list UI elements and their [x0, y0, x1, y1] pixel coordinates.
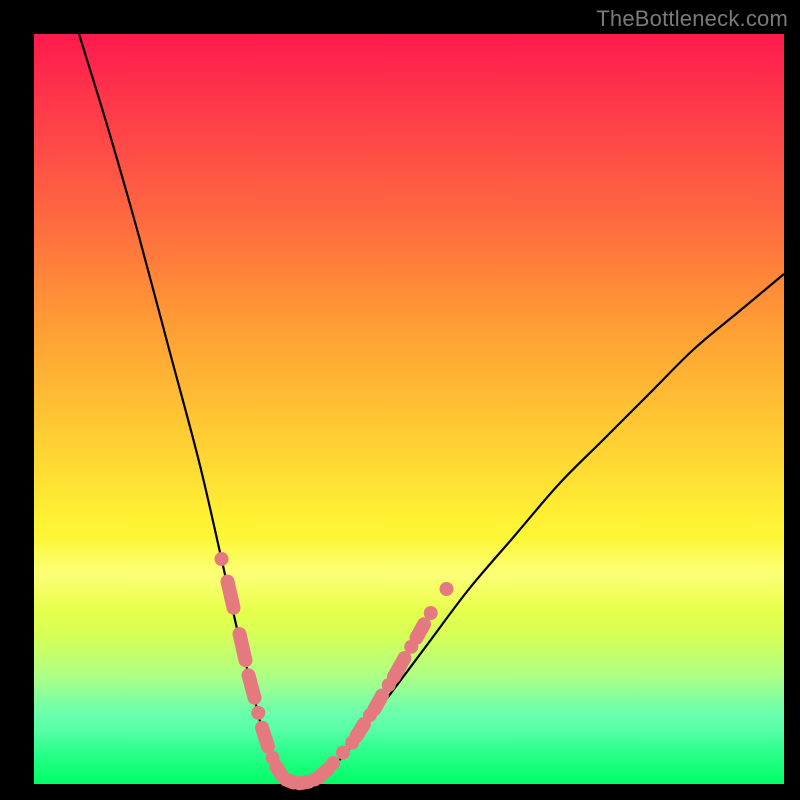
plot-area	[34, 34, 784, 784]
bottleneck-curve-svg	[34, 34, 784, 784]
curve-marker-dot	[440, 582, 454, 596]
curve-marker-pill	[320, 769, 328, 777]
curve-marker-dot	[326, 756, 340, 770]
curve-marker-pill	[417, 624, 425, 638]
curve-marker-pill	[249, 675, 255, 698]
curve-marker-pill	[357, 724, 365, 736]
curve-marker-pill	[276, 767, 281, 775]
curve-marker-pill	[286, 780, 294, 783]
curve-marker-pill	[300, 782, 309, 784]
marker-layer	[215, 552, 454, 787]
curve-marker-dot	[251, 706, 265, 720]
curve-marker-pill	[262, 728, 268, 747]
curve-marker-pill	[240, 634, 246, 660]
bottleneck-curve	[79, 34, 784, 784]
curve-marker-dot	[215, 552, 229, 566]
curve-marker-pill	[228, 582, 234, 608]
curve-marker-dot	[424, 606, 438, 620]
watermark-text: TheBottleneck.com	[596, 6, 788, 32]
curve-marker-pill	[375, 696, 383, 710]
curve-marker-pill	[394, 658, 405, 677]
chart-frame: TheBottleneck.com	[0, 0, 800, 800]
